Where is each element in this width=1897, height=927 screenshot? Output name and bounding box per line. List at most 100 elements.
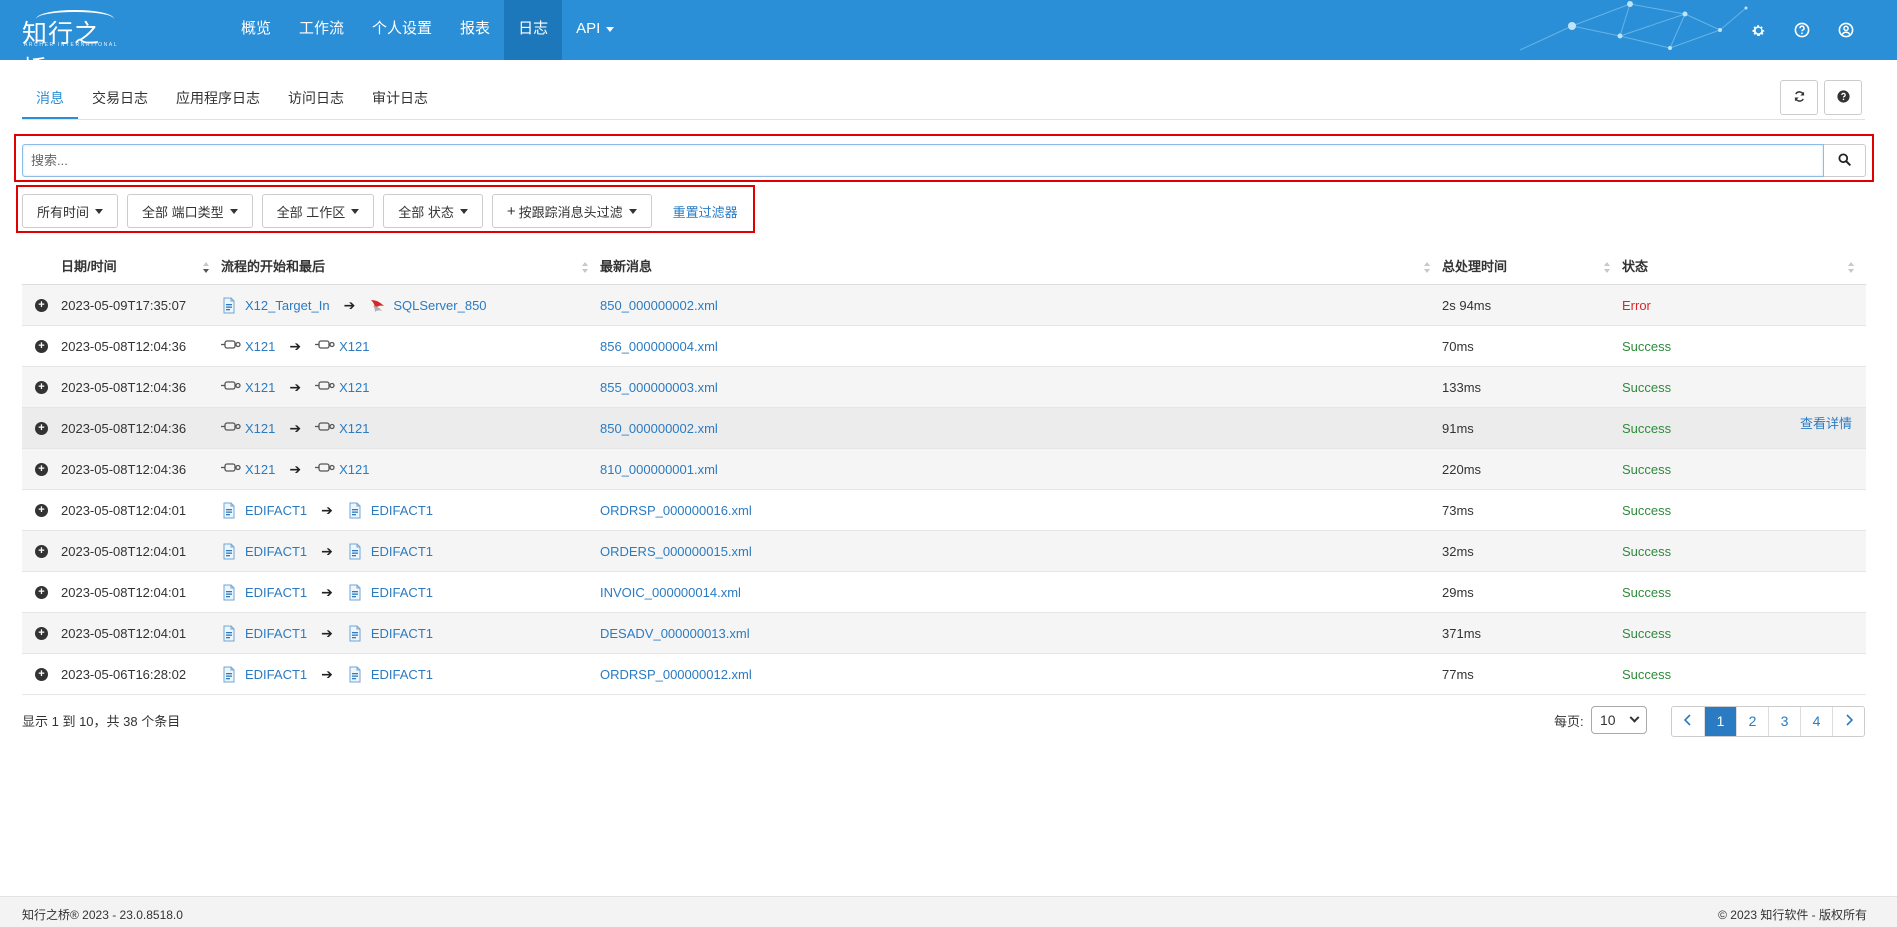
latest-message-link[interactable]: 850_000000002.xml xyxy=(600,298,718,313)
table-row[interactable]: +2023-05-06T16:28:02 EDIFACT1 ➔ EDIFACT1 ORD… xyxy=(22,654,1866,695)
to-port-link[interactable]: EDIFACT1 xyxy=(371,667,433,682)
expand-plus-icon[interactable]: + xyxy=(35,339,48,353)
tab-1[interactable]: 交易日志 xyxy=(78,80,162,120)
latest-message-column-header[interactable]: 最新消息 xyxy=(600,249,1442,285)
expand-plus-icon[interactable]: + xyxy=(35,585,48,599)
page-2-button[interactable]: 2 xyxy=(1736,707,1768,736)
latest-message-link[interactable]: 855_000000003.xml xyxy=(600,380,718,395)
tab-2[interactable]: 应用程序日志 xyxy=(162,80,274,120)
sort-icon xyxy=(203,261,209,273)
status-column-header[interactable]: 状态 xyxy=(1622,249,1866,285)
search-button[interactable] xyxy=(1824,144,1866,177)
table-row[interactable]: +2023-05-08T12:04:01 EDIFACT1 ➔ EDIFACT1 DES… xyxy=(22,613,1866,654)
from-port-link[interactable]: EDIFACT1 xyxy=(245,503,307,518)
to-port-link[interactable]: EDIFACT1 xyxy=(371,585,433,600)
to-port-link[interactable]: X121 xyxy=(339,339,369,354)
nav-item-2[interactable]: 个人设置 xyxy=(358,0,446,60)
from-port-link[interactable]: X121 xyxy=(245,339,275,354)
expand-plus-icon[interactable]: + xyxy=(35,380,48,394)
expand-plus-icon[interactable]: + xyxy=(35,544,48,558)
to-port-link[interactable]: X121 xyxy=(339,421,369,436)
port-type-filter-dropdown[interactable]: 全部 端口类型 xyxy=(127,194,253,228)
datetime-cell: 2023-05-08T12:04:01 xyxy=(61,543,187,559)
latest-message-link[interactable]: 856_000000004.xml xyxy=(600,339,718,354)
table-row[interactable]: +2023-05-08T12:04:01 EDIFACT1 ➔ EDIFACT1 ORD… xyxy=(22,490,1866,531)
duration-cell: 77ms xyxy=(1442,666,1474,682)
view-details-link[interactable]: 查看详情 xyxy=(1800,413,1852,432)
status-filter-dropdown[interactable]: 全部 状态 xyxy=(383,194,483,228)
flow-column-header[interactable]: 流程的开始和最后 xyxy=(221,249,600,285)
table-row[interactable]: +2023-05-08T12:04:36 X121 ➔ X121 855_0000000… xyxy=(22,367,1866,408)
to-port-link[interactable]: EDIFACT1 xyxy=(371,544,433,559)
page-1-button[interactable]: 1 xyxy=(1704,707,1736,736)
latest-message-link[interactable]: ORDRSP_000000012.xml xyxy=(600,667,752,682)
nav-item-0[interactable]: 概览 xyxy=(227,0,285,60)
user-circle-icon[interactable] xyxy=(1835,19,1857,41)
expand-plus-icon[interactable]: + xyxy=(35,626,48,640)
expand-cell: + xyxy=(22,462,61,476)
to-port-link[interactable]: X121 xyxy=(339,462,369,477)
table-row[interactable]: +2023-05-08T12:04:36 X121 ➔ X121 810_0000000… xyxy=(22,449,1866,490)
latest-message-link[interactable]: 850_000000002.xml xyxy=(600,421,718,436)
expand-plus-icon[interactable]: + xyxy=(35,667,48,681)
to-port-link[interactable]: SQLServer_850 xyxy=(393,298,486,313)
table-row[interactable]: +2023-05-09T17:35:07 X12_Target_In ➔ SQLSer… xyxy=(22,285,1866,326)
to-port-link[interactable]: X121 xyxy=(339,380,369,395)
datetime-column-header[interactable]: 日期/时间 xyxy=(61,249,221,285)
status-badge: Success xyxy=(1622,543,1672,559)
table-row[interactable]: +2023-05-08T12:04:36 X121 ➔ X121 850_0000000… xyxy=(22,408,1866,449)
page-3-button[interactable]: 3 xyxy=(1768,707,1800,736)
from-port-link[interactable]: X12_Target_In xyxy=(245,298,330,313)
per-page-select[interactable]: 10 xyxy=(1591,706,1647,734)
to-port-link[interactable]: EDIFACT1 xyxy=(371,626,433,641)
brand-logo[interactable]: 知行之桥 ARCHER INTERNATIONAL xyxy=(22,10,122,60)
expand-plus-icon[interactable]: + xyxy=(35,421,48,435)
gear-icon[interactable] xyxy=(1747,19,1769,41)
latest-message-cell: INVOIC_000000014.xml xyxy=(600,585,1442,600)
help-circle-icon[interactable] xyxy=(1791,19,1813,41)
from-port-link[interactable]: EDIFACT1 xyxy=(245,585,307,600)
tab-3[interactable]: 访问日志 xyxy=(274,80,358,120)
time-filter-dropdown[interactable]: 所有时间 xyxy=(22,194,119,228)
reset-filters-link[interactable]: 重置过滤器 xyxy=(673,202,738,221)
latest-message-link[interactable]: 810_000000001.xml xyxy=(600,462,718,477)
nav-item-5[interactable]: API xyxy=(562,0,628,60)
latest-message-link[interactable]: ORDERS_000000015.xml xyxy=(600,544,752,559)
duration-column-header[interactable]: 总处理时间 xyxy=(1442,249,1622,285)
next-page-button[interactable] xyxy=(1832,707,1864,736)
workspace-filter-dropdown[interactable]: 全部 工作区 xyxy=(261,194,375,228)
table-row[interactable]: +2023-05-08T12:04:01 EDIFACT1 ➔ EDIFACT1 ORD… xyxy=(22,531,1866,572)
expand-plus-icon[interactable]: + xyxy=(35,462,48,476)
nav-item-1[interactable]: 工作流 xyxy=(285,0,358,60)
from-port-link[interactable]: X121 xyxy=(245,462,275,477)
nav-item-3[interactable]: 报表 xyxy=(446,0,504,60)
status-cell: Success xyxy=(1622,585,1866,600)
from-port-link[interactable]: EDIFACT1 xyxy=(245,544,307,559)
latest-message-link[interactable]: ORDRSP_000000016.xml xyxy=(600,503,752,518)
nav-item-4[interactable]: 日志 xyxy=(504,0,563,60)
page-4-button[interactable]: 4 xyxy=(1800,707,1832,736)
header-filter-dropdown[interactable]: + 按跟踪消息头过滤 xyxy=(491,194,652,228)
help-button[interactable] xyxy=(1824,80,1862,115)
table-row[interactable]: +2023-05-08T12:04:01 EDIFACT1 ➔ EDIFACT1 INV… xyxy=(22,572,1866,613)
chevron-down-icon xyxy=(606,26,615,32)
from-port-link[interactable]: EDIFACT1 xyxy=(245,667,307,682)
table-row[interactable]: +2023-05-08T12:04:36 X121 ➔ X121 856_0000000… xyxy=(22,326,1866,367)
from-port-link[interactable]: X121 xyxy=(245,421,275,436)
latest-message-link[interactable]: DESADV_000000013.xml xyxy=(600,626,750,641)
refresh-button[interactable] xyxy=(1780,80,1818,115)
expand-plus-icon[interactable]: + xyxy=(35,503,48,517)
latest-message-cell: 850_000000002.xml xyxy=(600,298,1442,313)
to-port-link[interactable]: EDIFACT1 xyxy=(371,503,433,518)
search-input[interactable] xyxy=(22,144,1824,177)
tab-0[interactable]: 消息 xyxy=(22,80,78,120)
expand-plus-icon[interactable]: + xyxy=(35,298,48,312)
latest-message-link[interactable]: INVOIC_000000014.xml xyxy=(600,585,741,600)
duration-cell: 133ms xyxy=(1442,379,1482,395)
nav-item-label: API xyxy=(576,20,601,37)
tab-4[interactable]: 审计日志 xyxy=(358,80,442,120)
prev-page-button[interactable] xyxy=(1672,707,1704,736)
status-cell: Success 查看详情 xyxy=(1622,416,1866,436)
from-port-link[interactable]: X121 xyxy=(245,380,275,395)
from-port-link[interactable]: EDIFACT1 xyxy=(245,626,307,641)
